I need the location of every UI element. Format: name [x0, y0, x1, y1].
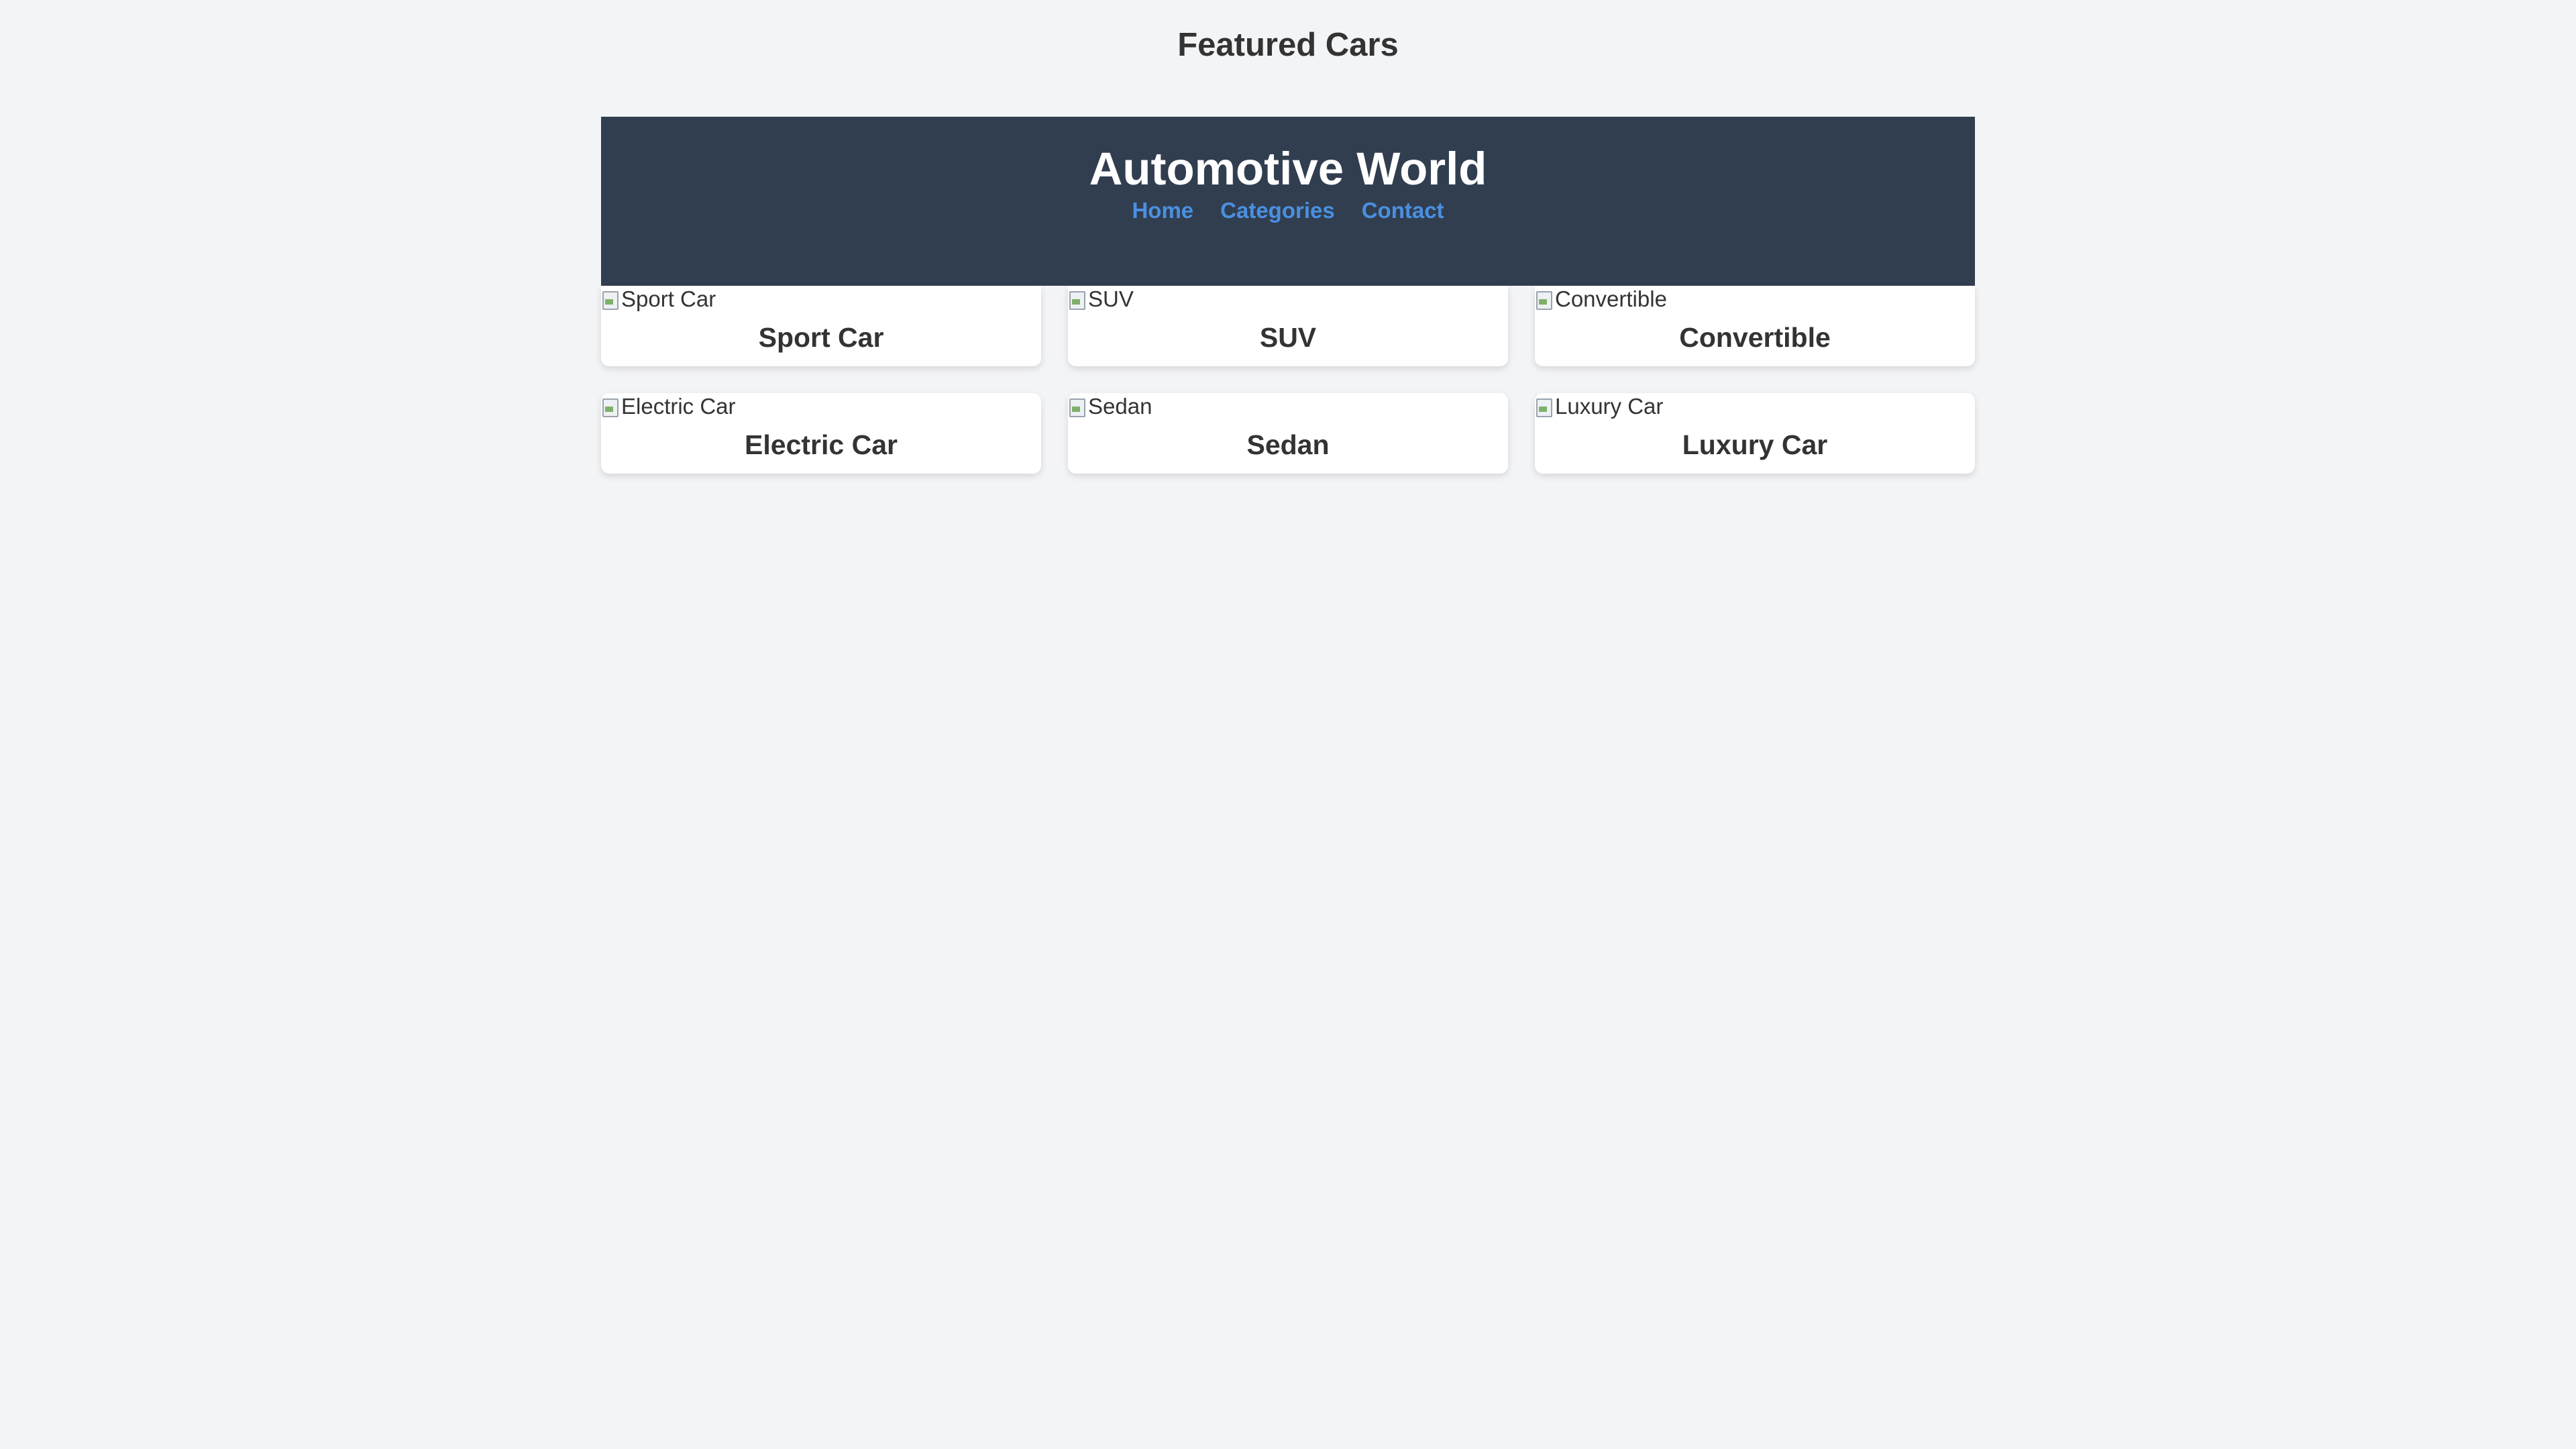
car-card-title: Luxury Car	[1682, 429, 1828, 460]
car-image: Electric Car	[601, 393, 736, 420]
car-image-alt: Sedan	[1088, 394, 1152, 419]
site-header: Automotive World Home Categories Contact	[601, 117, 1975, 286]
broken-image-icon	[1068, 288, 1087, 310]
broken-image-icon	[1535, 396, 1554, 417]
car-card[interactable]: Luxury Car Luxury Car	[1535, 393, 1975, 474]
car-card-title: SUV	[1259, 322, 1317, 353]
nav-home-link[interactable]: Home	[1132, 197, 1193, 224]
car-card[interactable]: Convertible Convertible	[1535, 286, 1975, 366]
broken-image-icon	[1535, 288, 1554, 310]
nav-categories-link[interactable]: Categories	[1220, 197, 1335, 224]
nav-contact-link[interactable]: Contact	[1362, 197, 1444, 224]
car-image: Sport Car	[601, 286, 716, 313]
broken-image-icon	[1068, 396, 1087, 417]
car-image-alt: Sport Car	[621, 286, 716, 311]
car-image-alt: Convertible	[1555, 286, 1667, 311]
car-image: Sedan	[1068, 393, 1152, 420]
car-card-title: Convertible	[1679, 322, 1831, 353]
main-nav: Home Categories Contact	[601, 197, 1975, 224]
car-card[interactable]: SUV SUV	[1068, 286, 1508, 366]
site-title: Automotive World	[1089, 143, 1487, 195]
car-image: Convertible	[1535, 286, 1667, 313]
car-image-alt: Electric Car	[621, 394, 736, 419]
car-image: SUV	[1068, 286, 1134, 313]
car-grid: Sport Car Sport Car SUV SUV Convertible …	[601, 286, 1975, 474]
car-card[interactable]: Sport Car Sport Car	[601, 286, 1041, 366]
car-card-title: Sedan	[1246, 429, 1330, 460]
main-container: Automotive World Home Categories Contact…	[601, 117, 1975, 474]
car-image-alt: SUV	[1088, 286, 1134, 311]
car-card[interactable]: Sedan Sedan	[1068, 393, 1508, 474]
page: Featured Cars Automotive World Home Cate…	[0, 0, 2576, 1449]
broken-image-icon	[601, 396, 620, 417]
broken-image-icon	[601, 288, 620, 310]
car-card[interactable]: Electric Car Electric Car	[601, 393, 1041, 474]
car-card-title: Electric Car	[745, 429, 898, 460]
car-image: Luxury Car	[1535, 393, 1663, 420]
car-card-title: Sport Car	[758, 322, 884, 353]
car-image-alt: Luxury Car	[1555, 394, 1664, 419]
page-title: Featured Cars	[1177, 27, 1399, 63]
